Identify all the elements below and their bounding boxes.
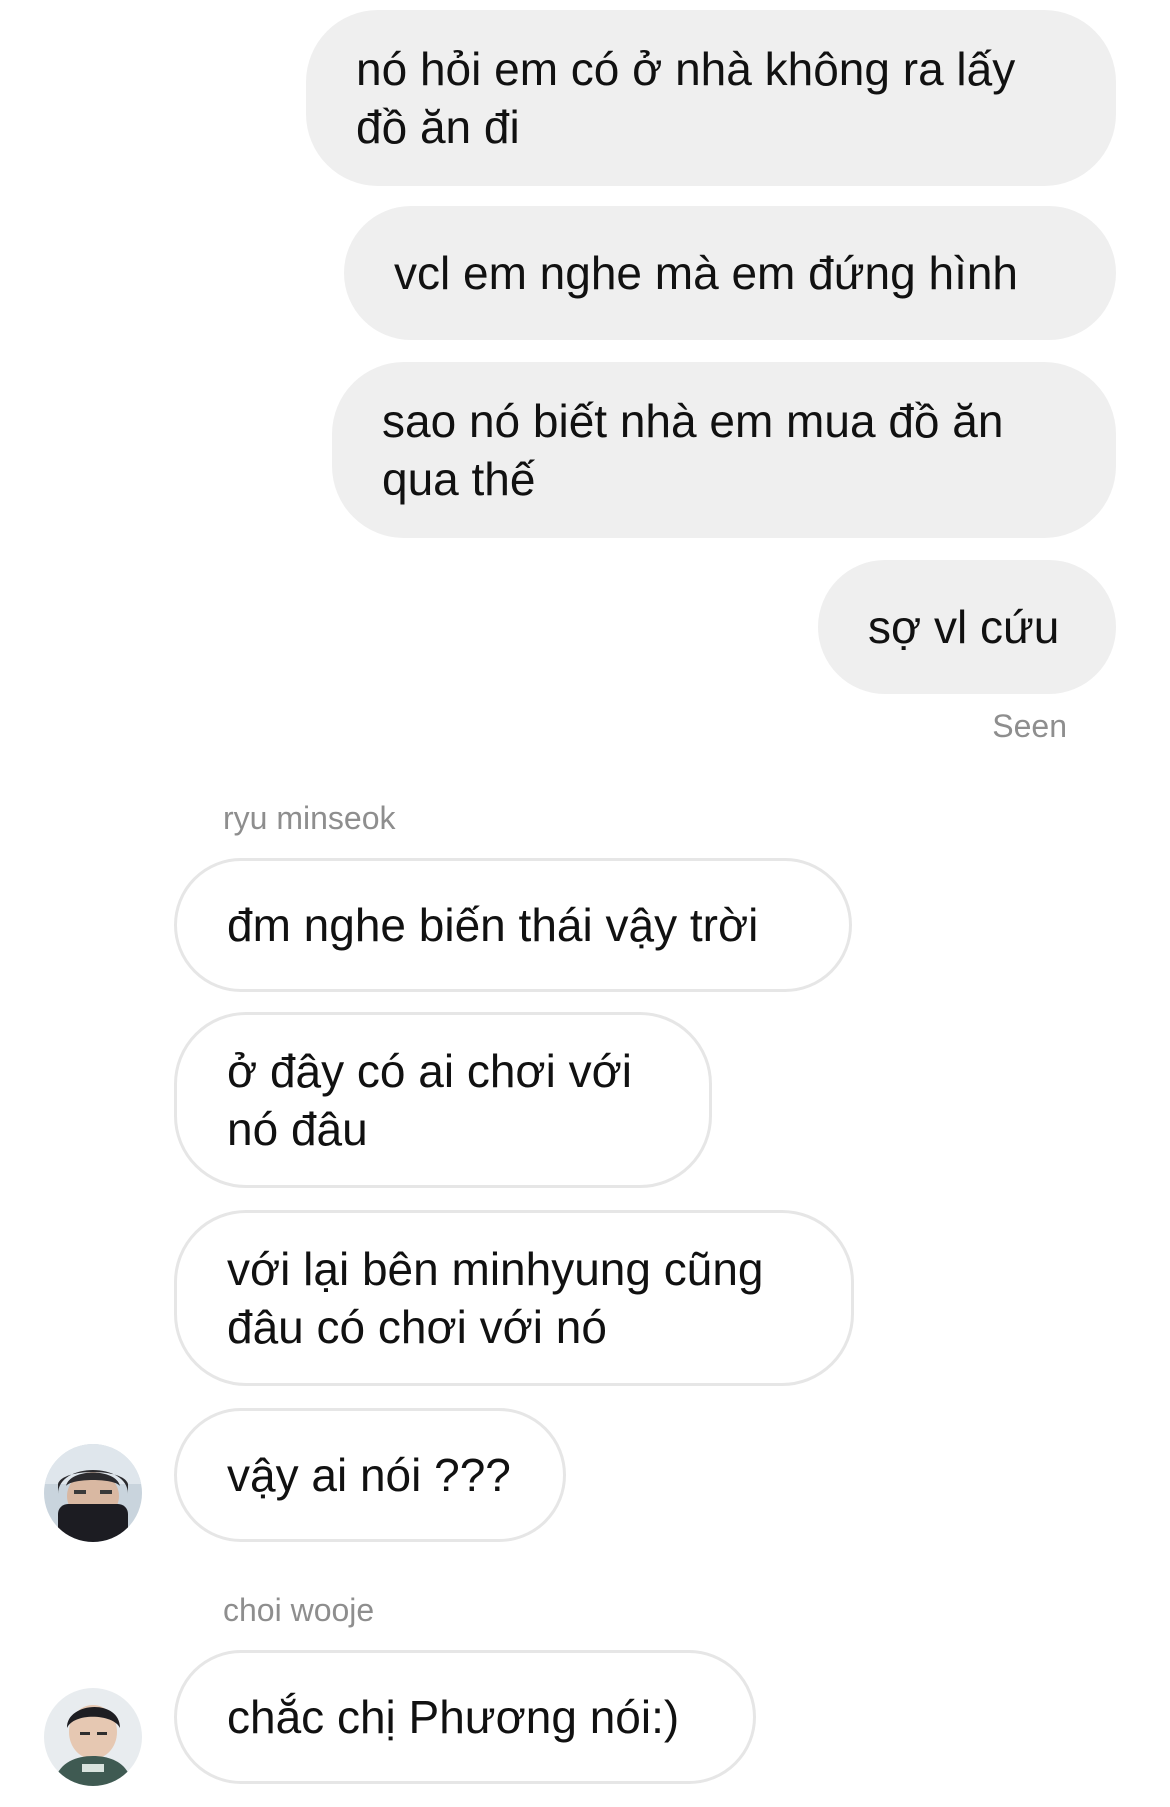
avatar-photo-icon <box>44 1688 142 1786</box>
avatar-photo-icon <box>44 1444 142 1542</box>
sender-name: ryu minseok <box>223 800 396 836</box>
message-text: nó hỏi em có ở nhà không ra lấy đồ ăn đi <box>356 43 1016 153</box>
avatar-photo-icon[interactable] <box>44 1444 142 1542</box>
message-text: chắc chị Phương nói:) <box>227 1691 680 1743</box>
outgoing-message[interactable]: vcl em nghe mà em đứng hình <box>344 206 1116 340</box>
sender-name: choi wooje <box>223 1592 375 1628</box>
message-text: sợ vl cứu <box>868 601 1060 653</box>
message-text: sao nó biết nhà em mua đồ ăn qua thế <box>382 395 1004 505</box>
incoming-message[interactable]: chắc chị Phương nói:) <box>174 1650 756 1784</box>
incoming-message[interactable]: ở đây có ai chơi với nó đâu <box>174 1012 712 1188</box>
outgoing-message[interactable]: nó hỏi em có ở nhà không ra lấy đồ ăn đi <box>306 10 1116 186</box>
message-text: vậy ai nói ??? <box>227 1449 511 1501</box>
outgoing-message[interactable]: sao nó biết nhà em mua đồ ăn qua thế <box>332 362 1116 538</box>
incoming-message[interactable]: đm nghe biến thái vậy trời <box>174 858 852 992</box>
incoming-message[interactable]: với lại bên minhyung cũng đâu có chơi vớ… <box>174 1210 854 1386</box>
outgoing-message[interactable]: sợ vl cứu <box>818 560 1116 694</box>
seen-indicator: Seen <box>992 708 1067 744</box>
message-text: với lại bên minhyung cũng đâu có chơi vớ… <box>227 1243 764 1353</box>
message-text: vcl em nghe mà em đứng hình <box>394 247 1019 299</box>
message-text: đm nghe biến thái vậy trời <box>227 899 759 951</box>
avatar-photo-icon[interactable] <box>44 1688 142 1786</box>
incoming-message[interactable]: vậy ai nói ??? <box>174 1408 566 1542</box>
message-text: ở đây có ai chơi với nó đâu <box>227 1045 632 1155</box>
